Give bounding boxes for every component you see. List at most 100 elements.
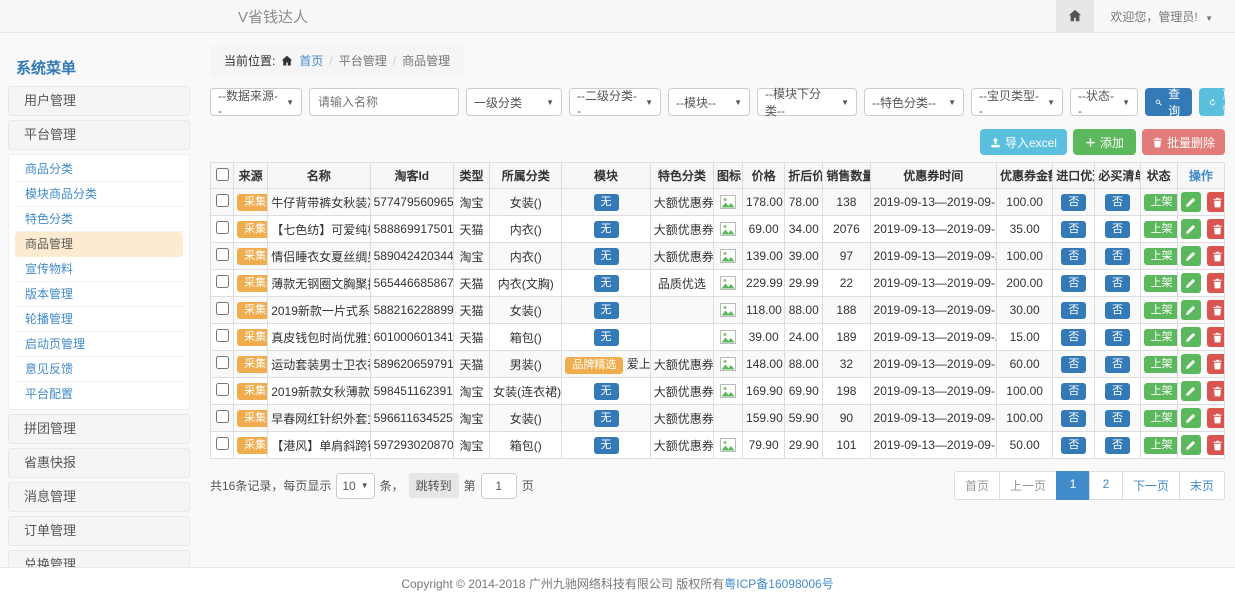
jump-page-input[interactable] (481, 473, 517, 499)
level1-category-select[interactable]: 一级分类▼ (466, 88, 562, 116)
module-badge[interactable]: 无 (594, 302, 619, 319)
edit-button[interactable] (1181, 192, 1201, 212)
module-badge[interactable]: 无 (594, 275, 619, 292)
jump-button[interactable]: 跳转到 (409, 473, 459, 498)
must-buy-toggle[interactable]: 否 (1105, 275, 1130, 292)
row-checkbox[interactable] (216, 356, 229, 369)
delete-button[interactable] (1207, 354, 1224, 374)
sidebar-item-user-management[interactable]: 用户管理 (8, 86, 190, 116)
delete-button[interactable] (1207, 300, 1224, 320)
status-badge[interactable]: 上架 (1144, 437, 1178, 454)
sidebar-item-message-management[interactable]: 消息管理 (8, 482, 190, 512)
row-checkbox[interactable] (216, 410, 229, 423)
page-2-button[interactable]: 2 (1089, 471, 1123, 500)
imported-toggle[interactable]: 否 (1061, 248, 1086, 265)
imported-toggle[interactable]: 否 (1061, 302, 1086, 319)
batch-delete-button[interactable]: 批量删除 (1142, 129, 1225, 155)
row-checkbox[interactable] (216, 437, 229, 450)
module-subcategory-select[interactable]: --模块下分类--▼ (757, 88, 857, 116)
first-page-button[interactable]: 首页 (954, 471, 1000, 500)
status-badge[interactable]: 上架 (1144, 194, 1178, 211)
sidebar-item-saving-express[interactable]: 省惠快报 (8, 448, 190, 478)
home-button[interactable] (1056, 0, 1094, 32)
edit-button[interactable] (1181, 327, 1201, 347)
status-badge[interactable]: 上架 (1144, 410, 1178, 427)
add-button[interactable]: 添加 (1073, 129, 1136, 155)
edit-button[interactable] (1181, 381, 1201, 401)
row-checkbox[interactable] (216, 194, 229, 207)
imported-toggle[interactable]: 否 (1061, 356, 1086, 373)
status-badge[interactable]: 上架 (1144, 329, 1178, 346)
delete-button[interactable] (1207, 435, 1224, 455)
sidebar-item-goods-category[interactable]: 商品分类 (15, 157, 183, 182)
sidebar-item-promo-materials[interactable]: 宣传物料 (15, 257, 183, 282)
edit-button[interactable] (1181, 273, 1201, 293)
module-badge[interactable]: 无 (594, 221, 619, 238)
module-badge[interactable]: 无 (594, 248, 619, 265)
row-checkbox[interactable] (216, 302, 229, 315)
edit-button[interactable] (1181, 354, 1201, 374)
feature-category-select[interactable]: --特色分类--▼ (864, 88, 964, 116)
next-page-button[interactable]: 下一页 (1122, 471, 1180, 500)
imported-toggle[interactable]: 否 (1061, 194, 1086, 211)
imported-toggle[interactable]: 否 (1061, 410, 1086, 427)
select-all-checkbox[interactable] (216, 168, 229, 181)
status-badge[interactable]: 上架 (1144, 383, 1178, 400)
must-buy-toggle[interactable]: 否 (1105, 248, 1130, 265)
module-badge[interactable]: 无 (594, 410, 619, 427)
status-badge[interactable]: 上架 (1144, 221, 1178, 238)
imported-toggle[interactable]: 否 (1061, 383, 1086, 400)
status-badge[interactable]: 上架 (1144, 302, 1178, 319)
imported-toggle[interactable]: 否 (1061, 329, 1086, 346)
must-buy-toggle[interactable]: 否 (1105, 437, 1130, 454)
edit-button[interactable] (1181, 408, 1201, 428)
breadcrumb-home-link[interactable]: 首页 (299, 52, 323, 69)
delete-button[interactable] (1207, 381, 1224, 401)
must-buy-toggle[interactable]: 否 (1105, 356, 1130, 373)
module-select[interactable]: --模块--▼ (668, 88, 750, 116)
sidebar-item-exchange-management[interactable]: 兑换管理 (8, 550, 190, 567)
icp-link[interactable]: 粤ICP备16098006号 (724, 577, 833, 591)
must-buy-toggle[interactable]: 否 (1105, 302, 1130, 319)
status-select[interactable]: --状态--▼ (1070, 88, 1138, 116)
level2-category-select[interactable]: --二级分类--▼ (569, 88, 661, 116)
sidebar-item-groupbuy-management[interactable]: 拼团管理 (8, 414, 190, 444)
imported-toggle[interactable]: 否 (1061, 437, 1086, 454)
page-1-button[interactable]: 1 (1056, 471, 1090, 500)
search-button[interactable]: 查询 (1145, 88, 1192, 116)
edit-button[interactable] (1181, 300, 1201, 320)
sidebar-item-goods-management[interactable]: 商品管理 (15, 232, 183, 257)
module-badge[interactable]: 无 (594, 194, 619, 211)
module-badge[interactable]: 无 (594, 437, 619, 454)
data-source-select[interactable]: --数据来源--▼ (210, 88, 302, 116)
edit-button[interactable] (1181, 435, 1201, 455)
status-badge[interactable]: 上架 (1144, 356, 1178, 373)
row-checkbox[interactable] (216, 329, 229, 342)
sidebar-item-platform-management[interactable]: 平台管理 (8, 120, 190, 150)
per-page-select[interactable]: 10▼ (336, 473, 374, 499)
prev-page-button[interactable]: 上一页 (999, 471, 1057, 500)
module-badge[interactable]: 无 (594, 383, 619, 400)
last-page-button[interactable]: 末页 (1179, 471, 1225, 500)
sidebar-item-order-management[interactable]: 订单管理 (8, 516, 190, 546)
delete-button[interactable] (1207, 273, 1224, 293)
must-buy-toggle[interactable]: 否 (1105, 383, 1130, 400)
sidebar-item-carousel-management[interactable]: 轮播管理 (15, 307, 183, 332)
sidebar-item-splash-management[interactable]: 启动页管理 (15, 332, 183, 357)
status-badge[interactable]: 上架 (1144, 275, 1178, 292)
row-checkbox[interactable] (216, 221, 229, 234)
import-excel-button[interactable]: 导入excel (980, 129, 1067, 155)
name-search-input[interactable] (309, 88, 459, 116)
imported-toggle[interactable]: 否 (1061, 221, 1086, 238)
edit-button[interactable] (1181, 246, 1201, 266)
must-buy-toggle[interactable]: 否 (1105, 329, 1130, 346)
status-badge[interactable]: 上架 (1144, 248, 1178, 265)
module-badge[interactable]: 无 (594, 329, 619, 346)
must-buy-toggle[interactable]: 否 (1105, 410, 1130, 427)
delete-button[interactable] (1207, 246, 1224, 266)
must-buy-toggle[interactable]: 否 (1105, 194, 1130, 211)
delete-button[interactable] (1207, 219, 1224, 239)
item-type-select[interactable]: --宝贝类型--▼ (971, 88, 1063, 116)
sidebar-item-version-management[interactable]: 版本管理 (15, 282, 183, 307)
sidebar-item-feedback[interactable]: 意见反馈 (15, 357, 183, 382)
